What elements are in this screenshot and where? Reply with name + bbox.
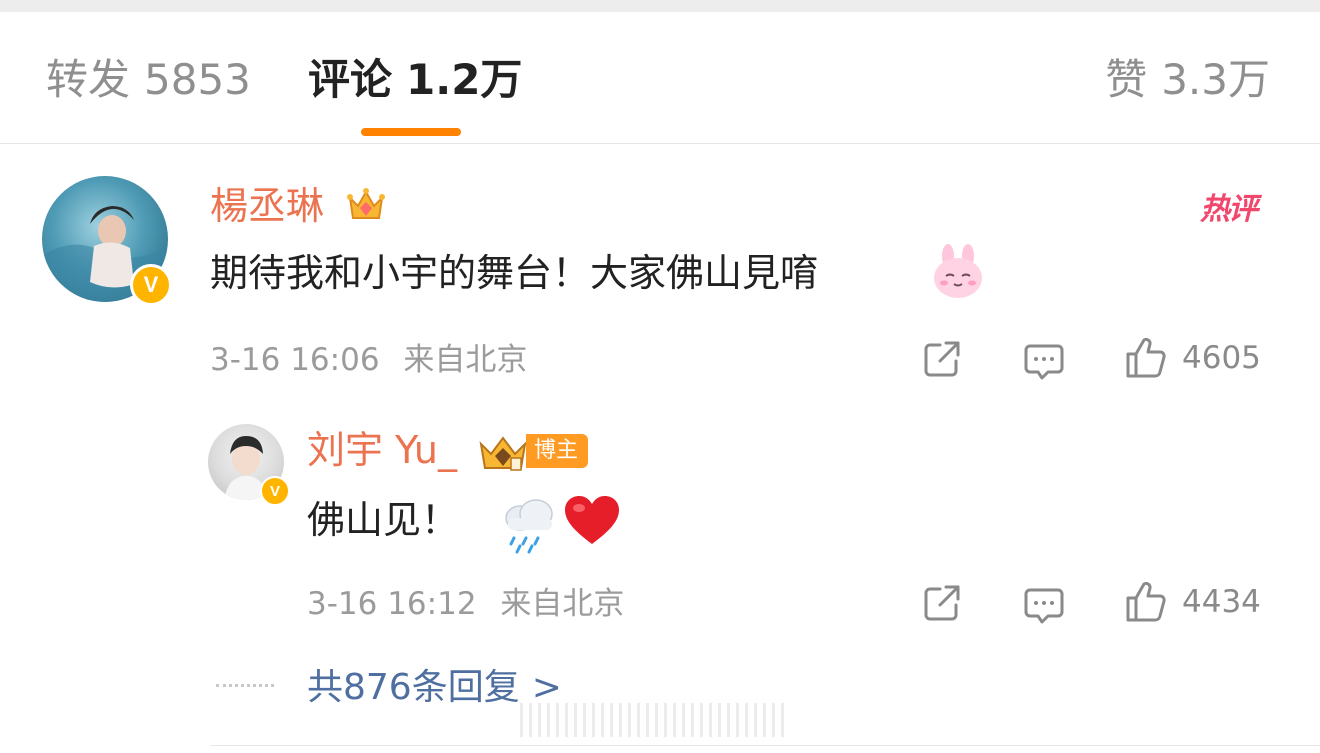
like-button[interactable]: 4605 <box>1124 336 1261 380</box>
tabs-bar: 转发 5853 评论 1.2万 赞 3.3万 <box>0 12 1320 144</box>
tab-like-label: 赞 <box>1105 55 1148 104</box>
reply-share-button[interactable] <box>920 581 964 625</box>
reply-avatar[interactable]: V <box>208 424 290 506</box>
tab-comment[interactable]: 评论 1.2万 <box>308 56 522 104</box>
reply-username[interactable]: 刘宇 Yu_ <box>307 428 457 472</box>
reply-like-button[interactable]: 4434 <box>1124 580 1261 624</box>
comment-icon <box>1024 588 1064 624</box>
share-icon <box>924 585 960 621</box>
tab-repost-count: 5853 <box>144 55 251 104</box>
verified-badge-icon: V <box>260 476 290 506</box>
like-count: 4605 <box>1182 340 1261 376</box>
tab-comment-label: 评论 <box>308 55 393 104</box>
avatar[interactable]: V <box>42 176 172 306</box>
comment-location: 来自北京 <box>403 342 528 378</box>
watermark <box>520 703 790 737</box>
reply-time: 3-16 16:12 <box>307 586 477 622</box>
more-replies-label: 共876条回复 <box>307 667 520 708</box>
reply-meta: 3-16 16:12 来自北京 <box>307 586 624 622</box>
heart-emoji-icon <box>565 496 619 544</box>
tab-like-count: 3.3万 <box>1161 55 1270 104</box>
top-strip <box>0 0 1320 12</box>
rain-cloud-emoji-icon <box>505 499 553 554</box>
comment-icon <box>1024 344 1064 380</box>
active-tab-indicator <box>361 128 461 136</box>
tab-repost[interactable]: 转发 5853 <box>46 56 251 104</box>
like-icon <box>1126 581 1166 622</box>
reply-like-count: 4434 <box>1182 584 1261 620</box>
divider <box>210 745 1320 746</box>
blogger-badge: 博主 <box>526 434 589 468</box>
reply-button[interactable] <box>1022 338 1066 382</box>
crown-icon <box>347 188 385 219</box>
comment-time: 3-16 16:06 <box>210 342 380 378</box>
reply-location: 来自北京 <box>500 586 625 622</box>
bunny-emoji-icon <box>934 244 982 298</box>
comment-text: 期待我和小宇的舞台！大家佛山見唷 <box>210 251 819 295</box>
reply-reply-button[interactable] <box>1022 582 1066 626</box>
reply-text: 佛山见！ <box>307 498 460 542</box>
hot-comment-badge: 热评 <box>1200 192 1258 227</box>
tab-like[interactable]: 赞 3.3万 <box>1105 56 1270 104</box>
thread-dots <box>216 684 274 688</box>
share-icon <box>924 341 960 377</box>
comment-meta: 3-16 16:06 来自北京 <box>210 342 527 378</box>
like-icon <box>1126 337 1166 378</box>
share-button[interactable] <box>920 337 964 381</box>
comment-username[interactable]: 楊丞琳 <box>210 184 324 228</box>
tab-repost-label: 转发 <box>46 55 131 104</box>
verified-badge-icon: V <box>130 264 172 306</box>
crown-icon <box>479 436 527 471</box>
tab-comment-count: 1.2万 <box>406 55 523 104</box>
